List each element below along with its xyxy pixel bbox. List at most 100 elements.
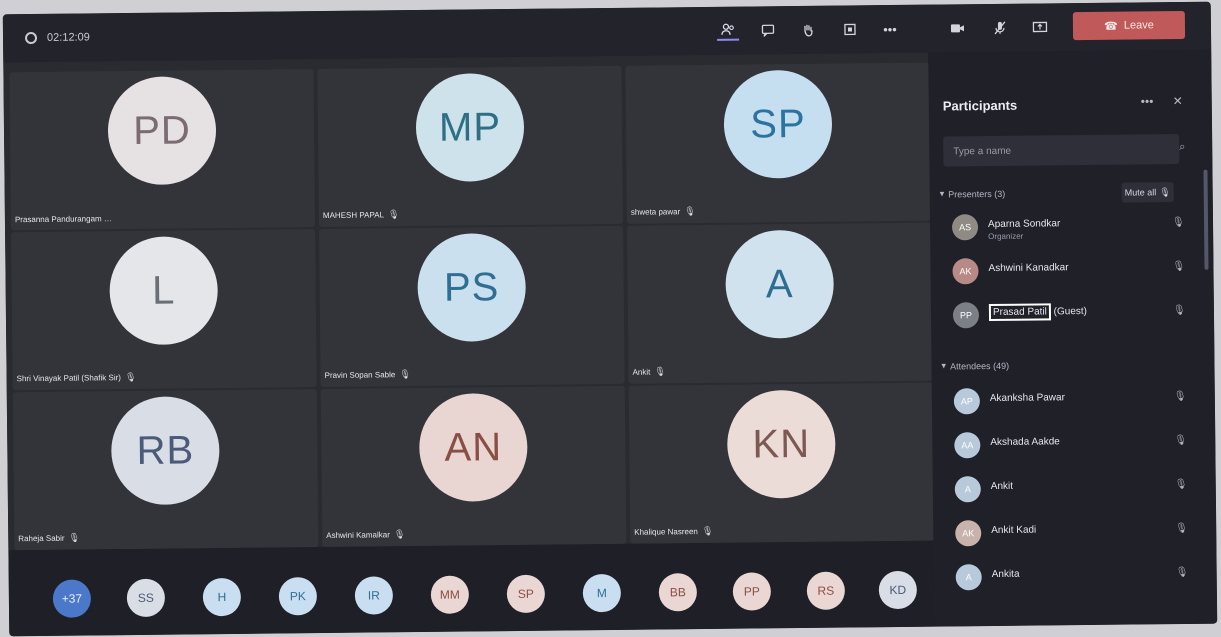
participant-tile[interactable]: AN Ashwini Kamalkar 🎙 [320,385,627,548]
camera-icon [950,24,965,33]
participant-chip[interactable]: KD [878,570,918,610]
chip-label: PP [743,584,760,599]
leave-button[interactable]: ☎ Leave [1072,10,1186,41]
participant-row-name: Ashwini Kanadkar [988,262,1069,275]
avatar-initials: AK [962,528,975,539]
participant-tile[interactable]: PD Prasanna Pandurangam … [9,69,316,231]
mute-all-button[interactable]: Mute all 🎙 [1121,182,1174,203]
participant-avatar: AN [418,392,528,503]
participant-row-name: Akshada Aakde [990,436,1060,449]
more-actions-button[interactable]: ••• [879,19,901,39]
presenters-group-header[interactable]: ▾ Presenters (3) [940,188,1006,200]
participant-search-input[interactable] [943,134,1180,167]
mic-off-icon: 🎙 [654,366,666,377]
participant-avatar: A [725,229,835,339]
mic-button[interactable] [989,18,1011,38]
participant-name: Pravin Sopan Sable 🎙 [325,369,411,381]
participant-row[interactable]: AK Ankit Kadi 🎙 [955,516,1203,551]
chip-label: M [596,586,607,601]
participant-row[interactable]: PP Prasad Patil (Guest) 🎙 [952,298,1201,333]
participant-tile[interactable]: MP MAHESH PAPAL 🎙 [317,65,624,228]
participant-chip[interactable]: M [582,573,622,613]
share-button[interactable] [1029,17,1051,37]
camera-button[interactable] [947,18,969,38]
mic-off-icon: 🎙 [1159,186,1171,197]
name-text: Pravin Sopan Sable [324,370,396,380]
chip-label: RS [817,583,835,598]
guest-label: (Guest) [1053,306,1088,318]
participant-row[interactable]: A Ankita 🎙 [955,560,1204,595]
mic-off-icon: 🎙 [1173,390,1187,403]
participant-chip[interactable]: H [202,577,242,617]
avatar: A [955,564,982,591]
mic-off-icon: 🎙 [68,532,80,543]
mic-off-icon: 🎙 [124,371,137,383]
participants-panel: Participants ••• ✕ ⌕ ▾ Presenters (3) Mu… [928,49,1218,627]
participant-row[interactable]: AA Akshada Aakde 🎙 [954,428,1202,463]
mute-all-label: Mute all [1124,187,1157,198]
participant-tile[interactable]: A Ankit 🎙 [627,222,933,384]
participant-avatar: L [109,236,219,346]
panel-scrollbar[interactable] [1203,169,1209,270]
avatar-initials: AN [444,424,503,470]
participant-avatar: MP [415,72,525,183]
more-participants-chip[interactable]: +37 [52,579,92,618]
video-grid: PD Prasanna Pandurangam … MP MAHESH PAPA… [3,52,935,551]
participant-chip[interactable]: MM [430,575,470,614]
participant-chip[interactable]: SS [126,578,166,618]
phone-hangup-icon: ☎ [1104,20,1118,33]
participant-row-name: Aparna Sondkar [987,218,1061,231]
participant-avatar: PS [417,232,527,343]
participants-button[interactable] [716,20,740,41]
share-icon [1032,21,1048,33]
avatar: AS [951,214,979,241]
avatar: AK [952,258,979,285]
participant-chip[interactable]: IR [354,576,394,615]
rooms-button[interactable] [839,19,861,39]
participant-chip[interactable]: PP [732,572,772,611]
group-label: Attendees (49) [949,360,1010,371]
avatar-initials: AK [959,266,972,277]
mic-off-icon: 🎙 [1172,260,1186,273]
participant-name: Ankit 🎙 [633,366,666,377]
participant-row-name: Akanksha Pawar [989,392,1065,405]
participant-name: shweta pawar 🎙 [631,206,696,218]
panel-title: Participants [942,97,1018,114]
chip-label: MM [439,587,460,602]
participant-row[interactable]: AP Akanksha Pawar 🎙 [953,384,1202,419]
participant-chip[interactable]: BB [658,573,698,612]
close-icon[interactable]: ✕ [1173,94,1183,108]
chevron-down-icon: ▾ [939,188,945,199]
chip-label: BB [669,585,686,600]
participant-row[interactable]: AK Ashwini Kanadkar 🎙 [952,254,1200,289]
avatar-initials: AA [961,440,974,451]
participant-name: Khalique Nasreen 🎙 [634,526,713,538]
avatar-initials: RB [136,427,195,473]
panel-more-icon[interactable]: ••• [1141,94,1154,108]
attendees-group-header[interactable]: ▾ Attendees (49) [941,360,1009,372]
participant-tile[interactable]: PS Pravin Sopan Sable 🎙 [319,225,625,388]
avatar-initials: A [965,572,972,583]
participant-row[interactable]: A Ankit 🎙 [954,472,1203,507]
participant-tile[interactable]: KN Khalique Nasreen 🎙 [628,382,935,544]
participant-chip[interactable]: PK [278,577,318,616]
participant-name: Raheja Sabir 🎙 [18,533,80,545]
avatar-initials: SP [750,101,806,147]
avatar-initials: A [964,484,971,495]
chat-button[interactable] [757,20,779,40]
meeting-timer: 02:12:09 [24,31,90,45]
name-text: Shri Vinayak Patil (Shafik Sir) [16,373,121,384]
mic-off-icon: 🎙 [393,529,406,540]
overflow-participants-strip: +37 SS H PK IR MM SP M BB PP RS KD [8,540,935,637]
avatar-initials: PD [132,107,192,153]
participant-row[interactable]: AS Aparna Sondkar Organizer 🎙 [951,210,1200,245]
participant-row-name: Prasad Patil (Guest) [988,303,1088,322]
mic-off-icon: 🎙 [1171,216,1185,229]
participant-tile[interactable]: SP shweta pawar 🎙 [625,62,931,224]
participant-tile[interactable]: L Shri Vinayak Patil (Shafik Sir) 🎙 [11,229,317,391]
mic-off-icon: 🎙 [1174,434,1188,447]
raise-hand-button[interactable] [797,20,819,40]
participant-tile[interactable]: RB Raheja Sabir 🎙 [12,389,319,551]
participant-chip[interactable]: RS [806,571,846,610]
participant-chip[interactable]: SP [506,574,546,614]
